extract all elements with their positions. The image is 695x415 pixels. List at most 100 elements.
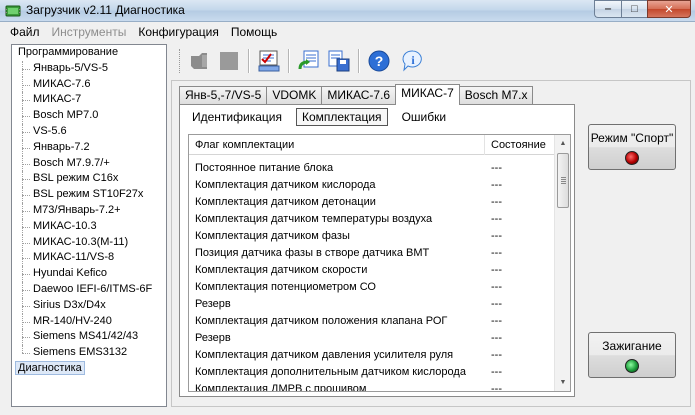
report-button[interactable] xyxy=(256,48,282,74)
tab-errors[interactable]: Ошибки xyxy=(396,108,453,126)
state-cell: --- xyxy=(491,281,502,293)
close-button[interactable]: ✕ xyxy=(647,0,691,18)
info-button[interactable]: i xyxy=(400,48,426,74)
configuration-table[interactable]: Флаг комплектации Состояние Постоянное п… xyxy=(188,134,571,392)
tree-item-label: МИКАС-10.3(M-11) xyxy=(33,235,129,248)
state-cell: --- xyxy=(491,315,502,327)
tab-vdomk[interactable]: VDOMK xyxy=(266,86,323,104)
tree-item-ecu[interactable]: МИКАС-7 xyxy=(12,92,166,108)
tree-item-ecu[interactable]: МИКАС-7.6 xyxy=(12,76,166,93)
connect-button[interactable] xyxy=(186,48,212,74)
tree-item-label: Hyundai Kefico xyxy=(33,267,107,280)
sport-mode-label: Режим "Спорт" xyxy=(590,131,674,145)
sport-mode-button[interactable]: Режим "Спорт" xyxy=(588,124,676,170)
flag-cell: Резерв xyxy=(195,298,231,310)
mode-tree[interactable]: Программирование Январь-5/VS-5 МИКАС-7.6… xyxy=(11,44,167,407)
app-icon xyxy=(5,5,21,17)
stop-button[interactable] xyxy=(216,48,242,74)
table-row[interactable]: Комплектация датчиком давления усилителя… xyxy=(189,347,555,364)
help-icon: ? xyxy=(368,50,390,72)
tree-item-label: Daewoo IEFI-6/ITMS-6F xyxy=(33,282,153,295)
window-title: Загрузчик v2.11 Диагностика xyxy=(26,3,185,17)
table-row[interactable]: Позиция датчика фазы в створе датчика ВМ… xyxy=(189,245,555,262)
scroll-up-icon[interactable]: ▲ xyxy=(555,135,570,152)
table-row[interactable]: Резерв --- xyxy=(189,296,555,313)
tree-item-ecu[interactable]: M73/Январь-7.2+ xyxy=(12,202,166,219)
tree-item-label: Bosch M7.9.7/+ xyxy=(33,156,110,169)
tree-item-label: Siemens EMS3132 xyxy=(33,346,128,359)
tree-item-ecu[interactable]: МИКАС-11/VS-8 xyxy=(12,250,166,266)
tab-configuration[interactable]: Комплектация xyxy=(295,108,388,126)
vertical-scrollbar[interactable]: ▲ ▼ xyxy=(554,135,570,391)
tree-item-ecu[interactable]: BSL режим C16x xyxy=(12,171,166,187)
table-row[interactable]: Комплектация ДМРВ с прошивом --- xyxy=(189,381,555,392)
ignition-button[interactable]: Зажигание xyxy=(588,332,676,378)
table-row[interactable]: Комплектация датчиком температуры воздух… xyxy=(189,211,555,228)
tree-item-label: Январь-5/VS-5 xyxy=(33,61,108,74)
tab-identification[interactable]: Идентификация xyxy=(186,108,288,126)
tree-item-ecu[interactable]: Daewoo IEFI-6/ITMS-6F xyxy=(12,281,166,298)
tree-item-ecu[interactable]: MR-140/HV-240 xyxy=(12,313,166,330)
tree-item-diagnostics[interactable]: Диагностика xyxy=(12,360,166,377)
toolbar-separator xyxy=(288,49,290,73)
tree-item-ecu[interactable]: Hyundai Kefico xyxy=(12,266,166,282)
tab-jan5[interactable]: Янв-5,-7/VS-5 xyxy=(179,86,268,104)
table-row[interactable]: Резерв --- xyxy=(189,330,555,347)
save-icon xyxy=(328,50,350,72)
menu-help[interactable]: Помощь xyxy=(225,25,283,39)
table-body: Постоянное питание блока --- Комплектация … xyxy=(189,160,555,392)
tab-mikas-7[interactable]: МИКАС-7 xyxy=(395,84,460,105)
tree-item-ecu[interactable]: Siemens MS41/42/43 xyxy=(12,329,166,345)
tree-item-ecu[interactable]: Siemens EMS3132 xyxy=(12,345,166,361)
tree-item-label: МИКАС-10.3 xyxy=(33,219,97,232)
tree-item-programming[interactable]: Программирование xyxy=(12,45,166,61)
tree-item-label: Диагностика xyxy=(15,360,85,375)
flag-cell: Комплектация ДМРВ с прошивом xyxy=(195,383,367,392)
tree-item-ecu[interactable]: Январь-7.2 xyxy=(12,139,166,156)
maximize-icon: □ xyxy=(631,3,638,15)
maximize-button[interactable]: □ xyxy=(621,0,647,18)
tab-mikas-7-6[interactable]: МИКАС-7.6 xyxy=(321,86,397,104)
table-row[interactable]: Комплектация датчиком скорости --- xyxy=(189,262,555,279)
ecu-tabs: Янв-5,-7/VS-5 VDOMK МИКАС-7.6 МИКАС-7 Bo… xyxy=(179,84,534,105)
table-row[interactable]: Комплектация датчиком детонации --- xyxy=(189,194,555,211)
tree-item-ecu[interactable]: МИКАС-10.3(M-11) xyxy=(12,234,166,251)
refresh-button[interactable] xyxy=(296,48,322,74)
tree-item-ecu[interactable]: Bosch M7.9.7/+ xyxy=(12,155,166,172)
minimize-icon: ‒ xyxy=(604,3,612,15)
column-header-flag[interactable]: Флаг комплектации xyxy=(189,135,485,155)
menu-file[interactable]: Файл xyxy=(4,25,46,39)
scroll-down-icon[interactable]: ▼ xyxy=(555,374,570,391)
tree-item-label: Siemens MS41/42/43 xyxy=(33,330,139,343)
table-row[interactable]: Комплектация датчиком фазы --- xyxy=(189,228,555,245)
tree-item-ecu[interactable]: Bosch MP7.0 xyxy=(12,108,166,124)
minimize-button[interactable]: ‒ xyxy=(594,0,621,18)
refresh-icon xyxy=(298,50,319,70)
flag-cell: Позиция датчика фазы в створе датчика ВМ… xyxy=(195,247,430,259)
scroll-thumb[interactable] xyxy=(557,153,569,208)
table-row[interactable]: Комплектация датчиком положения клапана … xyxy=(189,313,555,330)
tree-item-label: МИКАС-7 xyxy=(33,93,82,106)
tree-item-label: Bosch MP7.0 xyxy=(33,109,99,122)
menu-tools[interactable]: Инструменты xyxy=(46,25,133,39)
tree-item-ecu[interactable]: Sirius D3x/D4x xyxy=(12,297,166,314)
ignition-indicator-icon xyxy=(625,359,639,373)
state-cell: --- xyxy=(491,162,502,174)
state-cell: --- xyxy=(491,349,502,361)
sub-tabs: Идентификация Комплектация Ошибки xyxy=(186,108,460,128)
ignition-label: Зажигание xyxy=(602,339,662,353)
column-header-state[interactable]: Состояние xyxy=(485,135,555,155)
table-row[interactable]: Комплектация датчиком кислорода --- xyxy=(189,177,555,194)
tab-bosch-m7[interactable]: Bosch M7.x xyxy=(458,86,534,104)
save-button[interactable] xyxy=(326,48,352,74)
tree-item-ecu[interactable]: МИКАС-10.3 xyxy=(12,218,166,235)
table-row[interactable]: Постоянное питание блока --- xyxy=(189,160,555,177)
tree-item-ecu[interactable]: Январь-5/VS-5 xyxy=(12,60,166,77)
table-row[interactable]: Комплектация дополнительным датчиком кис… xyxy=(189,364,555,381)
menu-configuration[interactable]: Конфигурация xyxy=(132,25,225,39)
tree-item-ecu[interactable]: BSL режим ST10F27x xyxy=(12,187,166,203)
help-button[interactable]: ? xyxy=(366,48,392,74)
table-row[interactable]: Комплектация потенциометром СО --- xyxy=(189,279,555,296)
flag-cell: Комплектация дополнительным датчиком кис… xyxy=(195,366,466,378)
tree-item-ecu[interactable]: VS-5.6 xyxy=(12,123,166,140)
